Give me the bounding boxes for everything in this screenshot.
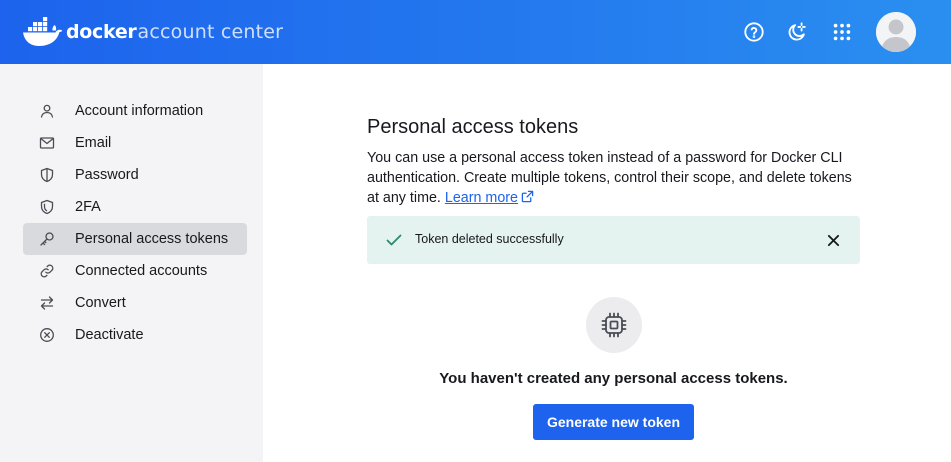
theme-icon — [788, 22, 806, 41]
sidebar-item-label: Password — [75, 167, 139, 183]
check-icon — [386, 234, 402, 246]
empty-state-message: You haven't created any personal access … — [439, 370, 788, 387]
close-icon — [827, 234, 839, 246]
sidebar-item-label: Convert — [75, 295, 126, 311]
main-content: Personal access tokens You can use a per… — [263, 64, 951, 462]
sidebar-item-deactivate[interactable]: Deactivate — [23, 319, 247, 351]
user-avatar-icon — [876, 12, 916, 52]
sidebar-item-personal-access-tokens[interactable]: Personal access tokens — [23, 223, 247, 255]
success-alert: Token deleted successfully — [367, 216, 860, 264]
sidebar: Account information Email Password 2FA P… — [0, 64, 263, 462]
product-name: account center — [137, 20, 284, 43]
help-icon — [744, 22, 764, 42]
docker-logo[interactable]: docker account center — [22, 16, 283, 48]
sidebar-item-label: Email — [75, 135, 112, 151]
cancel-circle-icon — [39, 327, 55, 343]
sidebar-item-email[interactable]: Email — [23, 127, 247, 159]
page-title: Personal access tokens — [367, 116, 579, 138]
sidebar-item-label: 2FA — [75, 199, 101, 215]
alert-close-button[interactable] — [824, 231, 842, 249]
page-description: You can use a personal access token inst… — [367, 148, 867, 208]
shield-icon — [39, 167, 55, 183]
sidebar-item-connected-accounts[interactable]: Connected accounts — [23, 255, 247, 287]
avatar[interactable] — [876, 12, 916, 52]
sidebar-item-convert[interactable]: Convert — [23, 287, 247, 319]
sidebar-item-label: Personal access tokens — [75, 231, 229, 247]
external-link-icon — [521, 190, 534, 203]
docker-whale-icon — [23, 17, 63, 46]
brand-name: docker — [66, 20, 137, 43]
theme-toggle-button[interactable] — [783, 18, 811, 46]
description-text: You can use a personal access token inst… — [367, 150, 852, 206]
top-bar: docker account center — [0, 0, 951, 64]
help-button[interactable] — [740, 18, 768, 46]
swap-icon — [39, 295, 55, 311]
alert-message: Token deleted successfully — [415, 232, 564, 246]
sidebar-item-label: Connected accounts — [75, 263, 208, 279]
mail-icon — [39, 135, 55, 151]
sidebar-item-account-information[interactable]: Account information — [23, 95, 247, 127]
user-icon — [39, 103, 55, 119]
generate-token-button[interactable]: Generate new token — [533, 404, 694, 440]
key-icon — [39, 231, 55, 247]
empty-state-badge — [586, 297, 642, 353]
sidebar-item-password[interactable]: Password — [23, 159, 247, 191]
learn-more-link[interactable]: Learn more — [445, 190, 518, 206]
apps-grid-icon — [833, 23, 851, 41]
chip-icon — [601, 312, 627, 338]
link-icon — [39, 263, 55, 279]
apps-button[interactable] — [828, 18, 856, 46]
shield-check-icon — [39, 199, 55, 215]
sidebar-item-2fa[interactable]: 2FA — [23, 191, 247, 223]
sidebar-item-label: Account information — [75, 103, 204, 119]
sidebar-item-label: Deactivate — [75, 327, 144, 343]
